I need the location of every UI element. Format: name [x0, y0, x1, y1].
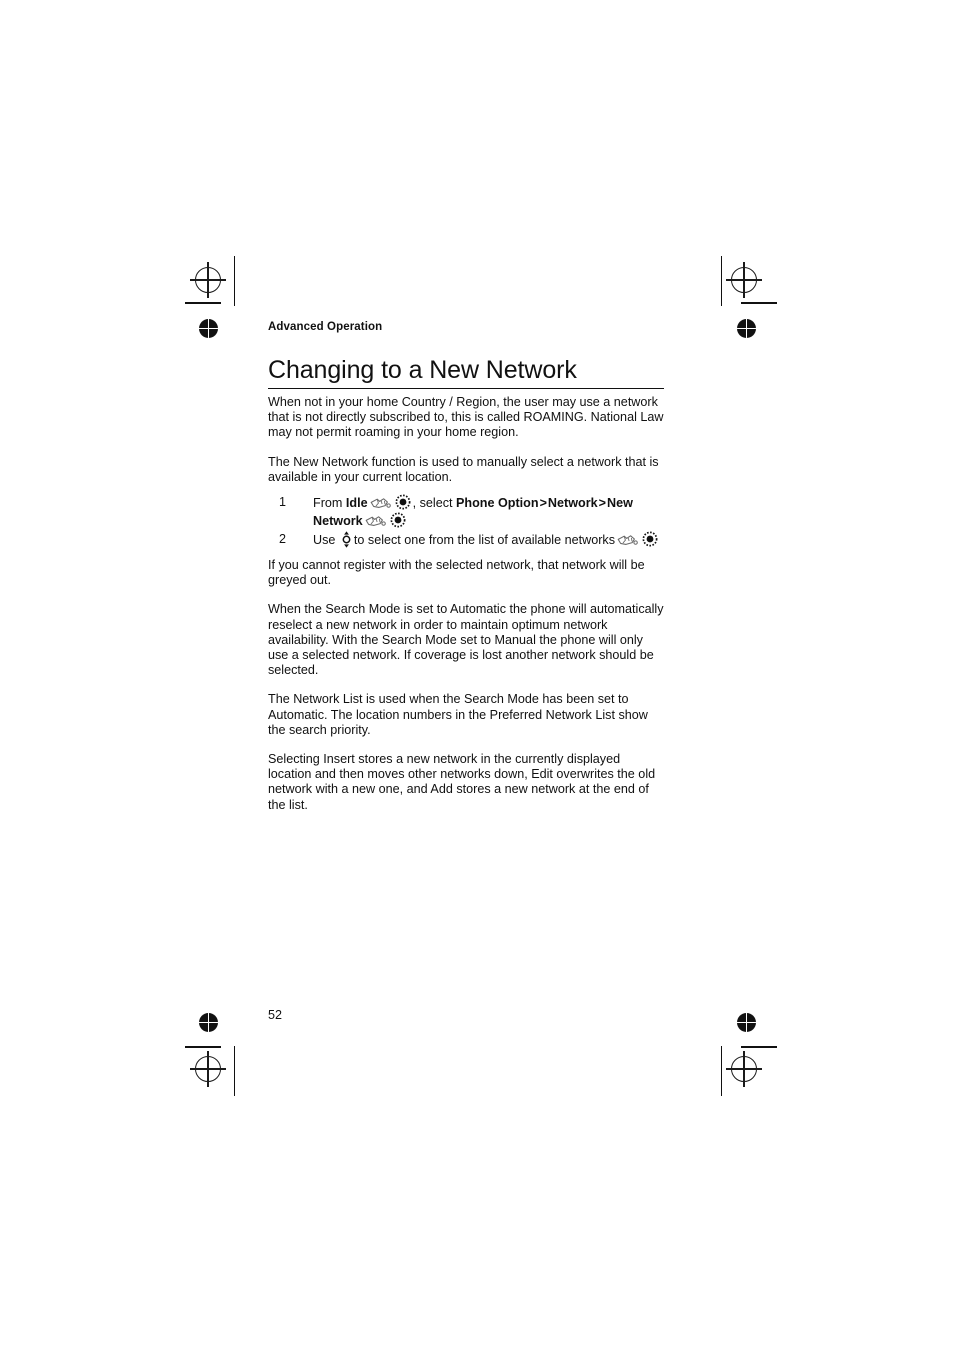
crop-mark-top-left-vertical — [234, 256, 236, 306]
registration-mark-top-left — [190, 262, 226, 298]
soft-key-hand-icon — [370, 497, 391, 510]
page-number: 52 — [268, 1008, 283, 1022]
step-text-select-one: to select one from the list of available… — [353, 533, 616, 548]
soft-key-hand-icon — [617, 534, 638, 547]
select-key-icon — [395, 494, 411, 510]
crop-mark-bottom-right-vertical — [721, 1046, 723, 1096]
paragraph-insert-edit-add: Selecting Insert stores a new network in… — [268, 752, 656, 812]
registration-dot-top-left — [199, 319, 218, 338]
registration-dot-bottom-right — [737, 1013, 756, 1032]
step-separator: > — [539, 496, 547, 511]
crop-mark-bottom-right-horizontal — [741, 1046, 777, 1048]
soft-key-hand-icon — [365, 515, 386, 528]
page-title: Changing to a New Network — [268, 356, 664, 389]
page-content: Advanced Operation Changing to a New Net… — [268, 320, 664, 813]
step-bold-idle: Idle — [345, 496, 368, 511]
running-head: Advanced Operation — [268, 321, 383, 333]
paragraph-function-desc: The New Network function is used to manu… — [268, 454, 659, 484]
navigation-key-icon — [341, 531, 352, 548]
crop-mark-top-right-vertical — [721, 256, 723, 306]
paragraph-intro: When not in your home Country / Region, … — [268, 395, 664, 440]
paragraph-network-list: The Network List is used when the Search… — [268, 692, 648, 737]
paragraph-search-mode: When the Search Mode is set to Automatic… — [268, 602, 664, 678]
registration-mark-bottom-left — [190, 1051, 226, 1087]
registration-dot-top-right — [737, 319, 756, 338]
step-text: Use — [313, 533, 336, 548]
step-separator: > — [598, 496, 606, 511]
select-key-icon — [390, 512, 406, 528]
registration-dot-bottom-left — [199, 1013, 218, 1032]
paragraph-greyed-out: If you cannot register with the selected… — [268, 558, 645, 588]
crop-mark-top-right-horizontal — [741, 302, 777, 304]
step-list: 1 From Idle, select Phone Option>Network>… — [268, 494, 664, 549]
step-bold-network: Network — [547, 496, 598, 511]
list-item: 1 From Idle, select Phone Option>Network>… — [268, 494, 664, 530]
step-bold-phone-option: Phone Option — [456, 496, 539, 511]
select-key-icon — [642, 531, 658, 547]
step-text: From — [313, 496, 343, 511]
step-number: 2 — [279, 532, 287, 547]
registration-mark-bottom-right — [726, 1051, 762, 1087]
crop-mark-top-left-horizontal — [185, 302, 221, 304]
step-number: 1 — [279, 495, 287, 510]
crop-mark-bottom-left-horizontal — [185, 1046, 221, 1048]
crop-mark-bottom-left-vertical — [234, 1046, 236, 1096]
registration-mark-top-right — [726, 262, 762, 298]
step-text-select: , select — [412, 496, 453, 511]
list-item: 2 Use to select one from the list of avai… — [268, 531, 664, 549]
